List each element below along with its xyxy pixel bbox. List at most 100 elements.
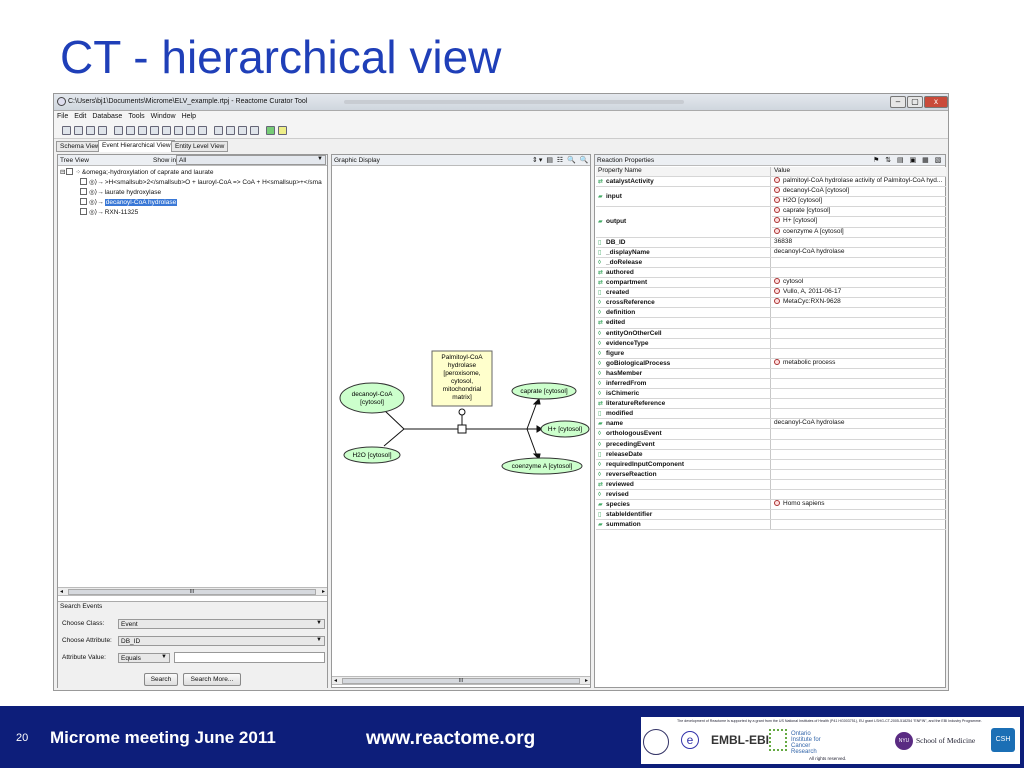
graphic-horizontal-scrollbar[interactable]: ◂ III ▸ [332,676,590,685]
tree-item-reaction[interactable]: ◎⟩→RXN-11325 [80,208,138,217]
tree-checkbox[interactable] [80,198,87,205]
property-row[interactable]: ◊ inferredFrom [596,378,946,390]
property-value-cell[interactable]: MetaCyc:RXN-9628 [772,298,946,308]
property-row[interactable]: ⇄ catalystActivity palmitoyl-CoA hydrolase… [596,177,946,188]
menu-file[interactable]: File [54,111,71,120]
property-row[interactable]: ◊ crossReference MetaCyc:RXN-9628 [596,298,946,309]
undo-icon[interactable] [250,126,259,135]
property-row[interactable]: ⇄ compartment cytosol [596,278,946,289]
property-value-cell[interactable]: decanoyl-CoA [cytosol] [772,187,946,198]
property-value-cell[interactable] [772,308,946,318]
collapse-icon[interactable]: ⊟ [60,168,65,176]
tree-item-root[interactable]: ⊟ ⁘&omega;-hydroxylation of caprate and l… [60,168,213,177]
menu-tools[interactable]: Tools [125,111,147,120]
choose-class-select[interactable]: Event ▼ [118,619,325,629]
footer-url[interactable]: www.reactome.org [366,728,535,750]
property-value-cell[interactable] [772,349,946,359]
property-row[interactable]: ◊ evidenceType [596,338,946,349]
property-value-cell[interactable] [772,450,946,460]
property-value-cell[interactable] [772,429,946,439]
property-row[interactable]: ◊ reverseReaction [596,469,946,480]
property-value-cell[interactable] [772,440,946,450]
property-value-cell[interactable]: caprate [cytosol] [772,207,946,218]
tab-event-hierarchical-view[interactable]: Event Hierarchical View [98,140,175,152]
tree-item-reaction-selected[interactable]: ◎⟩→ decanoyl-CoA hydrolase [80,198,178,207]
property-value-cell[interactable] [772,369,946,379]
close-button[interactable]: x [924,96,948,108]
check-in-icon[interactable] [126,126,135,135]
output-node-coenzyme-a[interactable]: coenzyme A [cytosol] [501,457,583,475]
match-icon[interactable] [174,126,183,135]
property-row[interactable]: ▰ input decanoyl-CoA [cytosol] H2O [cytosol… [596,187,946,208]
tree-item-reaction[interactable]: ◎⟩→laurate hydroxylase [80,188,161,197]
layout-icon[interactable] [198,126,207,135]
property-row[interactable]: ▯ created Vullo, A, 2011-06-17 [596,288,946,299]
property-value-cell[interactable] [772,409,946,419]
property-value-cell[interactable] [772,268,946,278]
property-value-cell[interactable] [772,460,946,470]
property-row[interactable]: ▯ _displayName decanoyl-CoA hydrolase [596,247,946,258]
diagram-icon[interactable] [266,126,275,135]
menu-help[interactable]: Help [179,111,199,120]
property-row[interactable]: ▰ name decanoyl-CoA hydrolase [596,419,946,430]
property-value-cell[interactable]: metabolic process [772,358,946,369]
property-row[interactable]: ◊ precedingEvent [596,439,946,450]
attribute-value-input[interactable] [174,652,325,663]
property-row[interactable]: ▯ stableIdentifier [596,510,946,521]
property-value-cell[interactable] [772,389,946,399]
show-in-select[interactable]: All ▼ [176,155,326,165]
property-row[interactable]: ◊ revised [596,490,946,501]
tab-entity-level-view[interactable]: Entity Level View [171,141,229,152]
property-value-cell[interactable]: 36838 [772,238,946,248]
property-value-cell[interactable]: palmitoyl-CoA hydrolase activity of Palm… [772,177,946,187]
tree-checkbox[interactable] [66,168,74,175]
scroll-right-icon[interactable]: ▸ [585,677,588,684]
property-row[interactable]: ◊ hasMember [596,368,946,379]
scroll-right-icon[interactable]: ▸ [322,588,325,595]
property-row[interactable]: ◊ figure [596,348,946,359]
scroll-left-icon[interactable]: ◂ [334,677,337,684]
settings-icon[interactable] [278,126,287,135]
choose-attribute-select[interactable]: DB_ID ▼ [118,636,325,646]
property-row[interactable]: ◊ entityOnOtherCell [596,328,946,339]
property-row[interactable]: ▰ output caprate [cytosol] H+ [cytosol] coen… [596,207,946,238]
merge-icon[interactable] [186,126,195,135]
tree-checkbox[interactable] [80,208,87,215]
property-value-cell[interactable] [772,490,946,500]
property-value-cell[interactable]: Homo sapiens [772,500,946,510]
copy-icon[interactable] [226,126,235,135]
synchronize-icon[interactable] [150,126,159,135]
property-value-cell[interactable]: cytosol [772,278,946,288]
properties-toolbar-icons[interactable]: ⚑ ⇅ ▤ ▣ ▦ ▧ [873,156,943,164]
property-value-cell[interactable]: H+ [cytosol] [772,217,946,228]
property-row[interactable]: ▯ DB_ID 36838 [596,237,946,248]
menu-edit[interactable]: Edit [71,111,89,120]
property-value-cell[interactable]: Vullo, A, 2011-06-17 [772,288,946,298]
compare-icon[interactable] [162,126,171,135]
graphic-toolbar-icons[interactable]: ⇕▾ ▤ ☷ 🔍 🔍 [532,156,589,164]
property-row[interactable]: ▯ modified [596,409,946,420]
catalyst-node[interactable]: Palmitoyl-CoA hydrolase [peroxisome, cyt… [431,350,493,407]
property-row[interactable]: ▰ species Homo sapiens [596,500,946,511]
output-node-h-plus[interactable]: H+ [cytosol] [540,420,590,438]
tree-checkbox[interactable] [80,188,87,195]
property-row[interactable]: ▯ releaseDate [596,449,946,460]
maximize-button[interactable]: ▢ [907,96,923,108]
property-row[interactable]: ⇄ reviewed [596,479,946,491]
property-row[interactable]: ⇄ edited [596,318,946,329]
open-project-icon[interactable] [74,126,83,135]
tab-schema-view[interactable]: Schema View [56,141,104,152]
property-value-cell[interactable] [772,318,946,328]
menu-database[interactable]: Database [89,111,125,120]
paste-icon[interactable] [238,126,247,135]
property-value-cell[interactable] [772,339,946,349]
scroll-left-icon[interactable]: ◂ [60,588,63,595]
new-project-icon[interactable] [62,126,71,135]
cut-icon[interactable] [214,126,223,135]
tree-horizontal-scrollbar[interactable]: ◂ III ▸ [58,587,327,596]
property-row[interactable]: ◊ requiredInputComponent [596,459,946,470]
property-row[interactable]: ◊ definition [596,308,946,319]
input-node-decanoyl-coa[interactable]: decanoyl-CoA [cytosol] [339,382,405,414]
property-row[interactable]: ▰ summation [596,520,946,531]
property-value-cell[interactable] [772,329,946,339]
